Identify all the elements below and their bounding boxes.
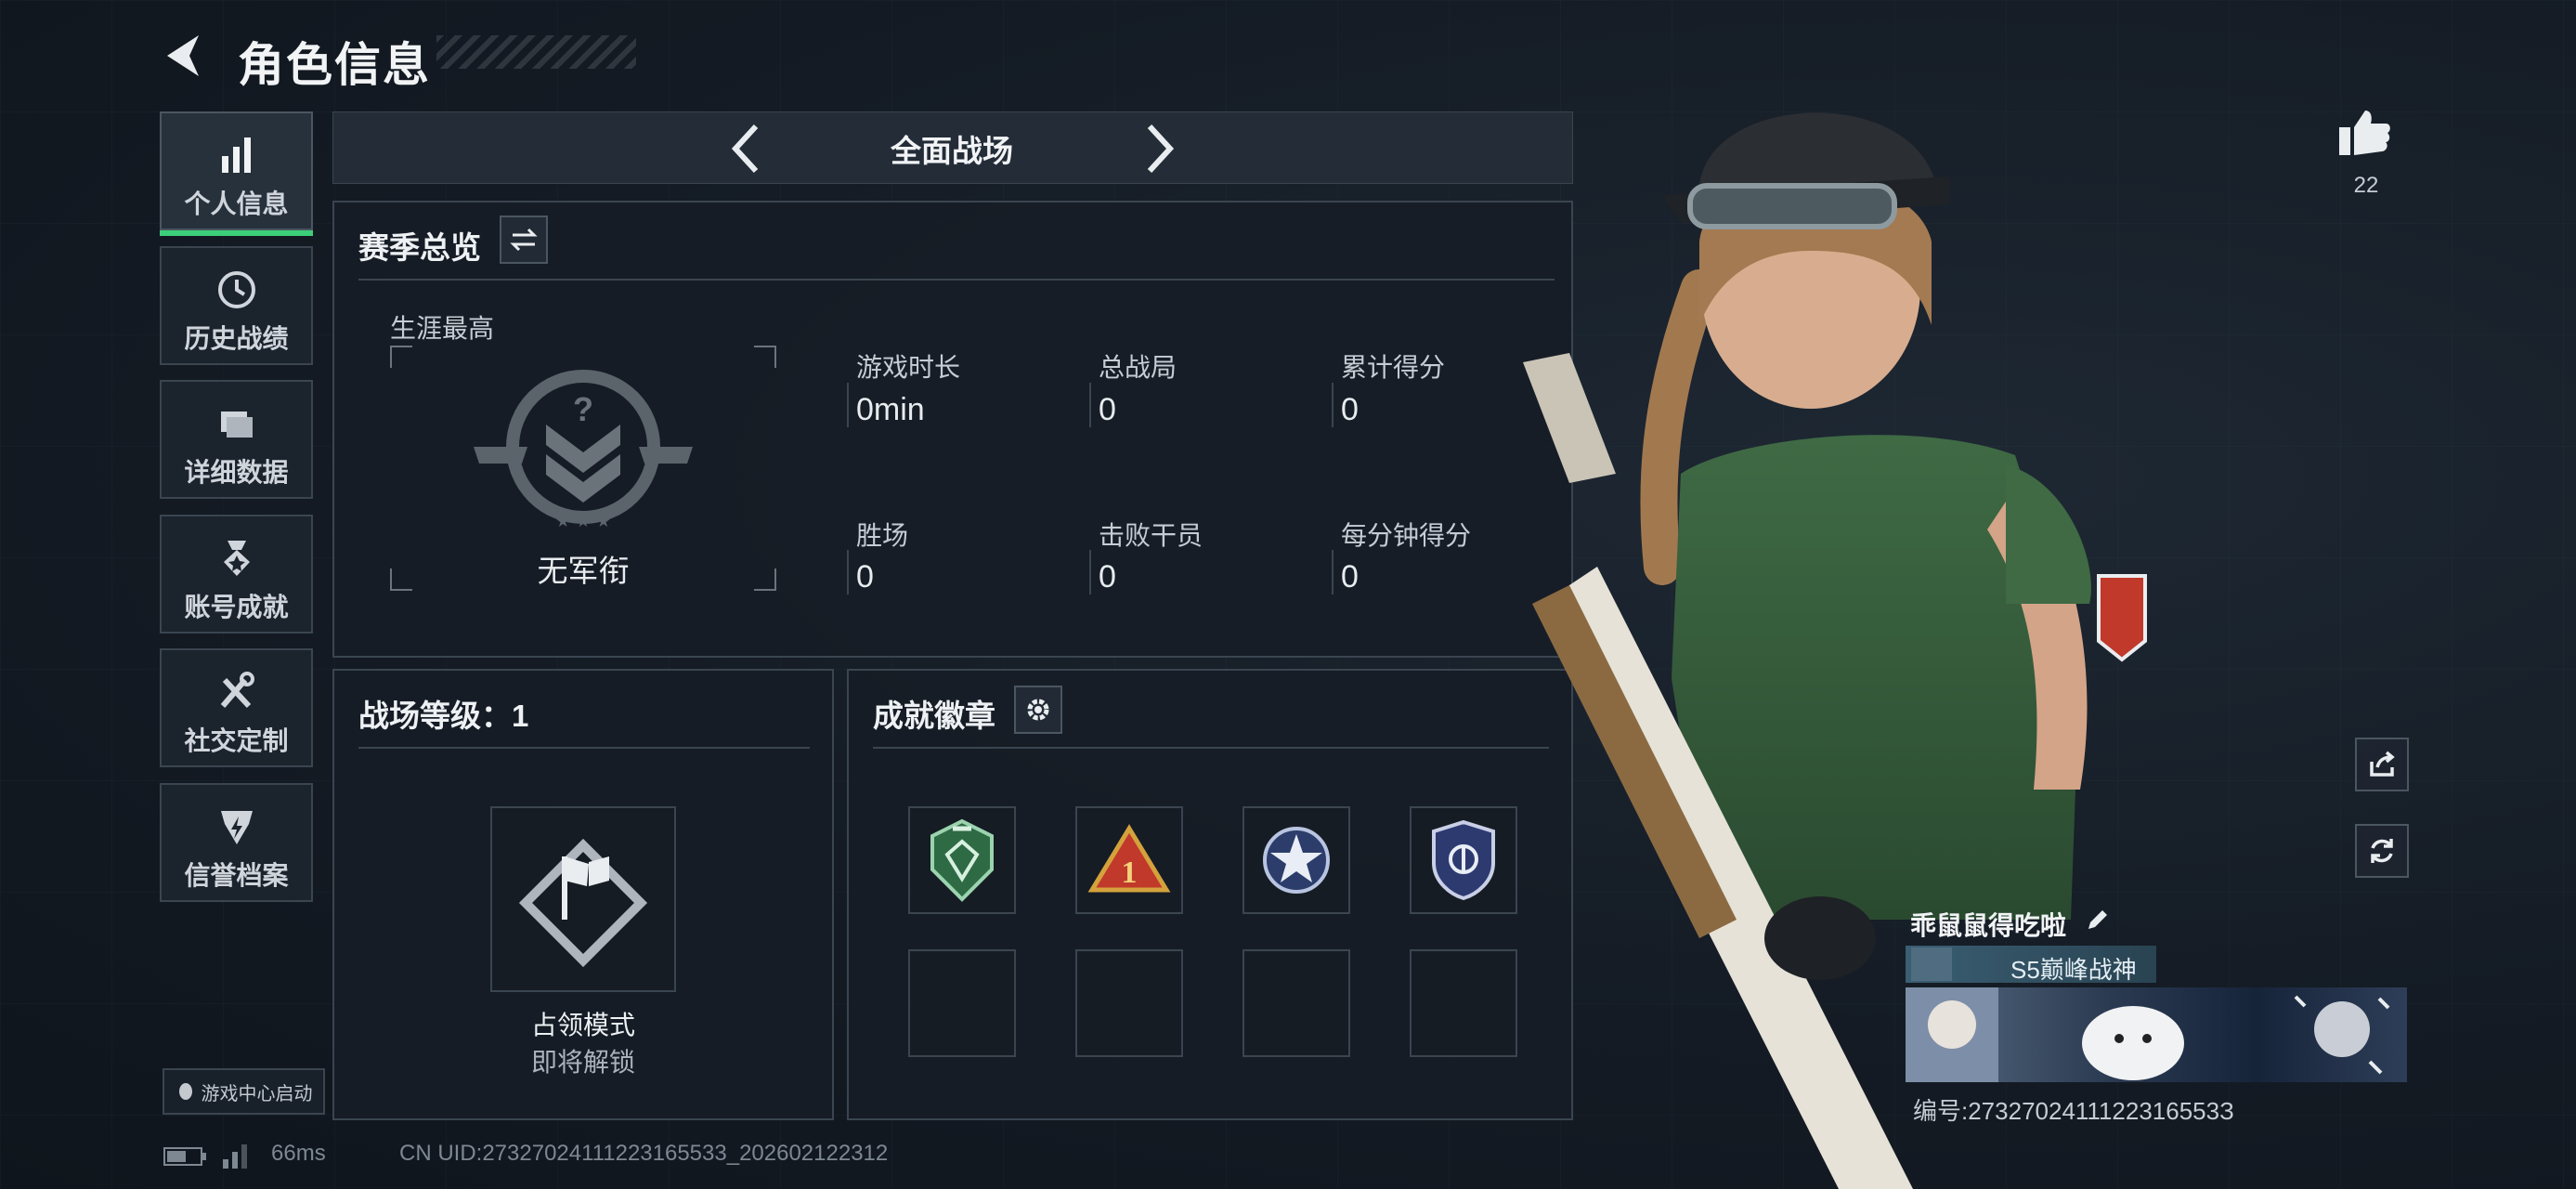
uid-text: CN UID:27327024111223165533_202602122312 [399, 1141, 889, 1166]
player-banner[interactable] [1906, 987, 2407, 1082]
no-rank-emblem-icon: ? ★ ★ ★ [474, 370, 693, 529]
back-arrow-icon [167, 35, 199, 76]
stat-value: 0 [1341, 559, 1359, 594]
share-button[interactable] [2355, 738, 2409, 791]
player-rank: S5巅峰战神 [2010, 956, 2137, 984]
nav-label: 账号成就 [184, 593, 289, 621]
rank-emblem-thumb [1911, 947, 1952, 981]
section-divider [358, 747, 810, 749]
career-best-label: 生涯最高 [390, 314, 495, 343]
battery-indicator [163, 1145, 208, 1172]
stat-value: 0 [856, 559, 874, 594]
stat-value: 0min [856, 392, 925, 427]
stat-value: 0 [1099, 559, 1116, 594]
thumbs-up-icon [2339, 111, 2390, 155]
mode-next-button[interactable] [1135, 121, 1181, 176]
game-center-launch-button[interactable]: 游戏中心启动 [163, 1068, 325, 1115]
stat-value: 0 [1099, 392, 1116, 427]
capture-flags-icon [518, 838, 648, 968]
nav-credit-profile[interactable]: 信誉档案 [160, 783, 313, 902]
title-decoration [436, 35, 636, 69]
achievement-badges-title: 成就徽章 [873, 699, 995, 733]
season-overview-title: 赛季总览 [358, 230, 481, 265]
achievement-medal-icon [223, 541, 250, 576]
swap-arrows-icon [510, 228, 538, 252]
nav-personal-info[interactable]: 个人信息 [160, 111, 313, 236]
game-center-label: 游戏中心启动 [201, 1083, 313, 1104]
nav-label: 个人信息 [184, 189, 289, 218]
capture-mode-name: 占领模式 [530, 1011, 635, 1039]
edit-name-button[interactable] [2084, 906, 2112, 938]
signal-bars-icon [223, 1144, 247, 1169]
mode-prev-button[interactable] [724, 121, 771, 176]
svg-text:★ ★ ★: ★ ★ ★ [555, 512, 611, 529]
season-switch-button[interactable] [500, 216, 548, 264]
gear-icon [1027, 699, 1049, 721]
battery-icon [163, 1147, 206, 1166]
stat-label: 胜场 [856, 521, 909, 550]
history-clock-icon [217, 271, 255, 308]
like-button[interactable] [2335, 107, 2393, 163]
star-seal-badge-icon [1263, 827, 1330, 894]
signal-indicator [221, 1139, 254, 1175]
banner-artwork [1906, 987, 2390, 1082]
nav-social-customization[interactable]: 社交定制 [160, 648, 313, 767]
stat-label: 击败干员 [1099, 521, 1203, 550]
stat-separator [1089, 383, 1091, 427]
badge-slot-empty[interactable] [908, 949, 1016, 1057]
badges-settings-button[interactable] [1014, 686, 1062, 734]
rank-label: 无军衔 [537, 554, 630, 588]
player-id: 编号:2732702411122316553З [1913, 1097, 2234, 1125]
ping-value: 66ms [271, 1141, 326, 1166]
credit-shield-icon [220, 811, 253, 844]
nav-label: 社交定制 [184, 726, 289, 755]
svg-text:1: 1 [1122, 856, 1138, 890]
folder-icon [220, 412, 253, 438]
nav-account-achievements[interactable]: 账号成就 [160, 515, 313, 634]
nav-match-history[interactable]: 历史战绩 [160, 246, 313, 365]
section-divider [358, 279, 1555, 281]
badge-slot-empty[interactable] [1242, 949, 1350, 1057]
stat-label: 总战局 [1099, 353, 1177, 382]
nav-label: 详细数据 [184, 458, 289, 487]
nav-detailed-data[interactable]: 详细数据 [160, 380, 313, 499]
badge-slot-empty[interactable] [1075, 949, 1183, 1057]
stat-separator [1332, 383, 1334, 427]
back-button[interactable] [158, 28, 214, 84]
chevron-right-icon [1147, 124, 1175, 174]
nav-label: 历史战绩 [184, 324, 289, 353]
nav-label: 信誉档案 [184, 861, 289, 890]
green-emblem-badge-icon [930, 818, 994, 902]
bar-chart-icon [221, 137, 251, 173]
qq-penguin-icon [178, 1083, 192, 1100]
player-name: 乖鼠鼠得吃啦 [1910, 911, 2067, 940]
svg-text:?: ? [573, 390, 593, 428]
tools-icon [220, 672, 254, 709]
battlefield-level-title: 战场等级：1 [358, 699, 529, 733]
badge-slot[interactable] [1242, 806, 1350, 914]
stat-separator [847, 383, 849, 427]
page-title: 角色信息 [238, 39, 431, 91]
stat-value: 0 [1341, 392, 1359, 427]
stat-separator [847, 550, 849, 594]
capture-mode-card[interactable] [490, 806, 676, 992]
badge-slot[interactable] [908, 806, 1016, 914]
chevron-left-icon [731, 124, 759, 174]
like-count: 22 [2353, 173, 2379, 198]
stat-separator [1332, 550, 1334, 594]
stat-separator [1089, 550, 1091, 594]
first-place-triangle-badge-icon: 1 [1087, 824, 1171, 893]
capture-mode-status: 即将解锁 [530, 1048, 635, 1077]
badge-slot[interactable]: 1 [1075, 806, 1183, 914]
refresh-button[interactable] [2355, 824, 2409, 878]
refresh-icon [2371, 839, 2393, 863]
stat-label: 游戏时长 [856, 353, 961, 382]
mode-title: 全面战场 [891, 134, 1013, 168]
share-icon [2370, 751, 2395, 777]
pencil-icon [2088, 910, 2107, 929]
